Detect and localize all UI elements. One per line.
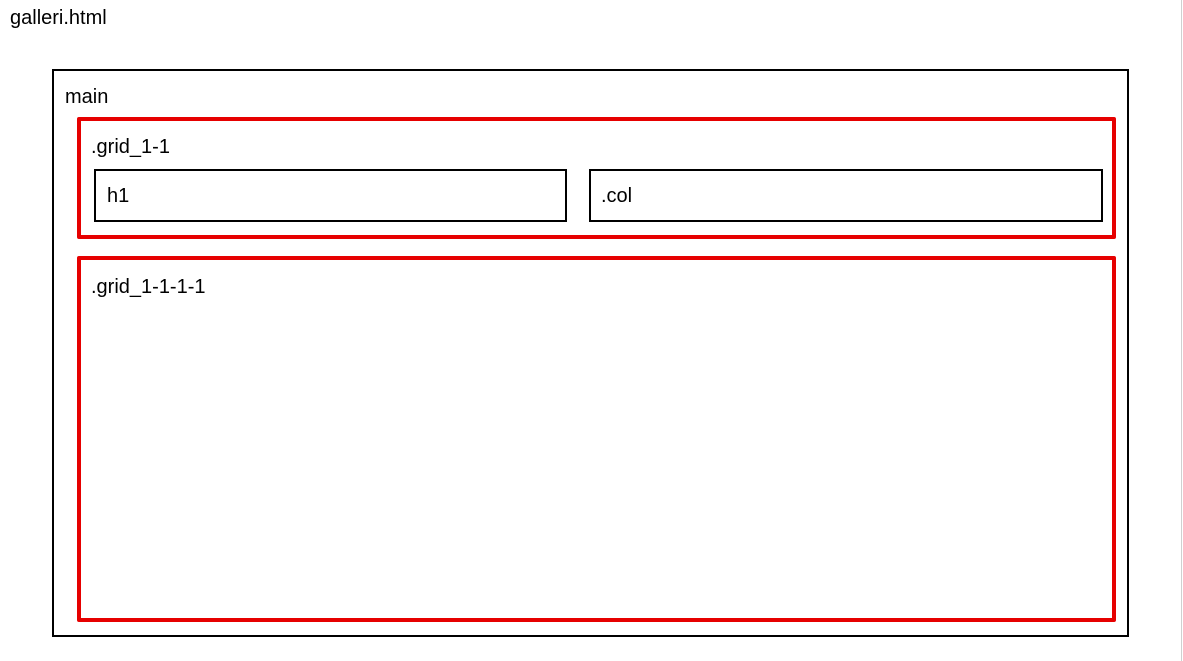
page-filename: galleri.html (10, 7, 107, 29)
grid-1-1-1-1-container: .grid_1-1-1-1 (77, 256, 1116, 622)
h1-box: h1 (94, 169, 567, 222)
col-box: .col (589, 169, 1103, 222)
main-label: main (65, 86, 109, 108)
page-edge-divider (1181, 0, 1182, 661)
h1-label: h1 (107, 185, 130, 207)
grid-1-1-label: .grid_1-1 (91, 136, 170, 158)
col-label: .col (601, 185, 633, 207)
grid-1-1-1-1-label: .grid_1-1-1-1 (91, 276, 206, 298)
